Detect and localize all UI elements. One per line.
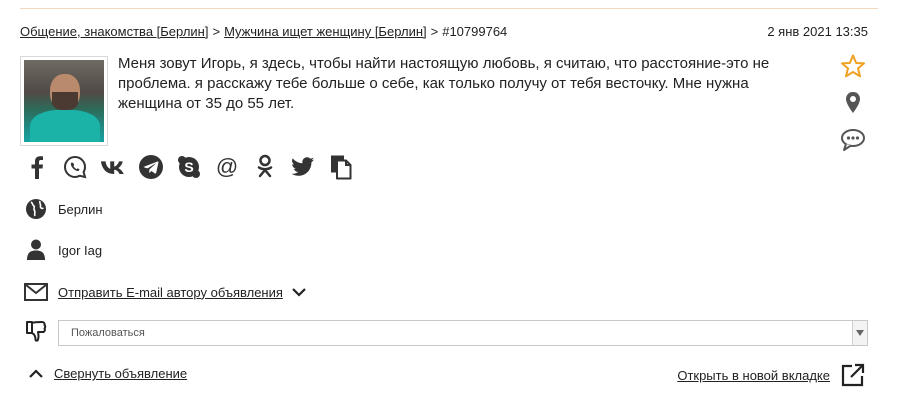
avatar[interactable] [20, 56, 108, 146]
vk-icon[interactable] [100, 154, 126, 180]
user-icon [24, 238, 48, 262]
ad-actions [840, 54, 866, 165]
open-new-tab-control: Открыть в новой вкладке [677, 362, 866, 388]
send-email-link[interactable]: Отправить E-mail автору объявления [58, 285, 283, 300]
whatsapp-icon[interactable] [62, 154, 88, 180]
comment-icon[interactable] [840, 128, 866, 157]
select-arrow-icon[interactable] [852, 321, 867, 345]
ad-id: #10799764 [442, 24, 508, 39]
chevron-up-icon[interactable] [28, 368, 44, 380]
facebook-icon[interactable] [24, 154, 50, 180]
svg-text:S: S [184, 159, 193, 175]
odnoklassniki-icon[interactable] [252, 154, 278, 180]
thumbs-down-icon [24, 320, 48, 344]
external-link-icon[interactable] [840, 362, 866, 388]
share-bar: S @ [24, 154, 354, 180]
breadcrumb: Общение, знакомства [Берлин] > Мужчина ище… [20, 24, 507, 39]
globe-icon [24, 197, 48, 221]
city-label: Берлин [58, 201, 103, 217]
chevron-down-icon[interactable] [291, 286, 307, 298]
location-pin-icon[interactable] [840, 91, 866, 120]
collapse-control: Свернуть объявление [28, 366, 187, 381]
email-row: Отправить E-mail автору объявления [24, 280, 307, 304]
top-divider [20, 8, 878, 9]
complain-select-value: Пожаловаться [71, 327, 145, 339]
envelope-icon [24, 280, 48, 304]
breadcrumb-link-subcategory[interactable]: Мужчина ищет женщину [Берлин] [224, 24, 427, 39]
email-at-icon[interactable]: @ [214, 154, 240, 180]
city-row: Берлин [24, 197, 103, 221]
svg-text:@: @ [216, 155, 238, 179]
author-row: Igor Iag [24, 238, 102, 262]
open-new-tab-link[interactable]: Открыть в новой вкладке [677, 368, 830, 383]
breadcrumb-separator: > [212, 24, 221, 39]
post-date: 2 янв 2021 13:35 [767, 24, 868, 39]
star-icon[interactable] [840, 54, 866, 83]
ad-card: Общение, знакомства [Берлин] > Мужчина ище… [0, 0, 900, 406]
ad-message: Меня зовут Игорь, я здесь, чтобы найти н… [118, 55, 770, 112]
skype-icon[interactable]: S [176, 154, 202, 180]
telegram-icon[interactable] [138, 154, 164, 180]
collapse-ad-link[interactable]: Свернуть объявление [54, 366, 187, 381]
copy-icon[interactable] [328, 154, 354, 180]
author-name: Igor Iag [58, 242, 103, 258]
twitter-icon[interactable] [290, 154, 316, 180]
avatar-photo [24, 60, 104, 142]
complain-row [24, 320, 58, 344]
breadcrumb-link-category[interactable]: Общение, знакомства [Берлин] [20, 24, 208, 39]
breadcrumb-separator: > [430, 24, 439, 39]
complain-select[interactable]: Пожаловаться [58, 320, 868, 346]
